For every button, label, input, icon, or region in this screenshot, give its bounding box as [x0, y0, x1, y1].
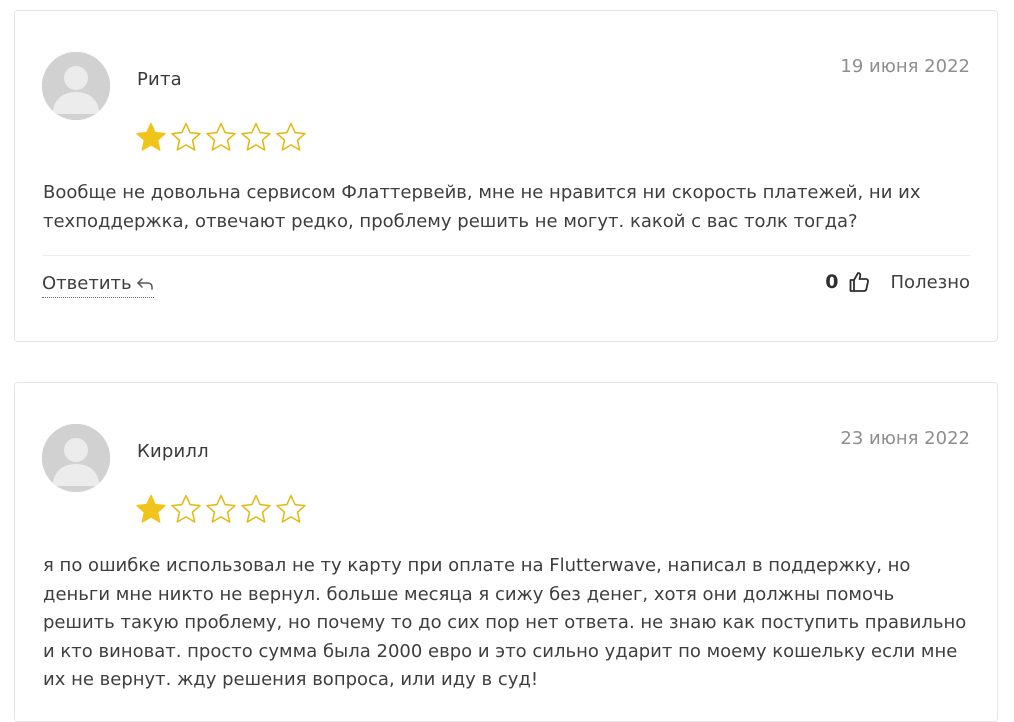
- star-icon: [241, 122, 271, 151]
- divider: [43, 255, 970, 256]
- thumbs-up-icon[interactable]: [847, 270, 871, 294]
- review-card: Рита 19 июня 2022 Вообще не довольна сер…: [14, 10, 998, 342]
- star-icon: [136, 494, 166, 523]
- reply-arrow-icon: [136, 277, 153, 290]
- rating-stars: [135, 493, 307, 525]
- review-date: 23 июня 2022: [840, 428, 970, 449]
- reply-label: Ответить: [42, 273, 132, 294]
- star-icon: [206, 494, 236, 523]
- review-author: Рита: [137, 69, 182, 90]
- star-icon: [171, 494, 201, 523]
- star-icon: [276, 122, 306, 151]
- helpful-label[interactable]: Полезно: [891, 272, 970, 293]
- user-avatar-icon: [42, 52, 110, 120]
- review-text: я по ошибке использовал не ту карту при …: [43, 555, 967, 690]
- review-date: 19 июня 2022: [840, 56, 970, 77]
- reply-link[interactable]: Ответить: [42, 273, 154, 298]
- star-icon: [276, 494, 306, 523]
- star-icon: [136, 122, 166, 151]
- star-icon: [241, 494, 271, 523]
- helpful-vote: 0 Полезно: [825, 270, 970, 294]
- review-author: Кирилл: [137, 441, 209, 462]
- review-text: Вообще не довольна сервисом Флаттервейв,…: [43, 182, 921, 232]
- star-icon: [206, 122, 236, 151]
- rating-stars: [135, 121, 307, 153]
- user-avatar-icon: [42, 424, 110, 492]
- star-icon: [171, 122, 201, 151]
- helpful-count: 0: [825, 271, 839, 293]
- review-card: Кирилл 23 июня 2022 я по ошибке использо…: [14, 382, 998, 722]
